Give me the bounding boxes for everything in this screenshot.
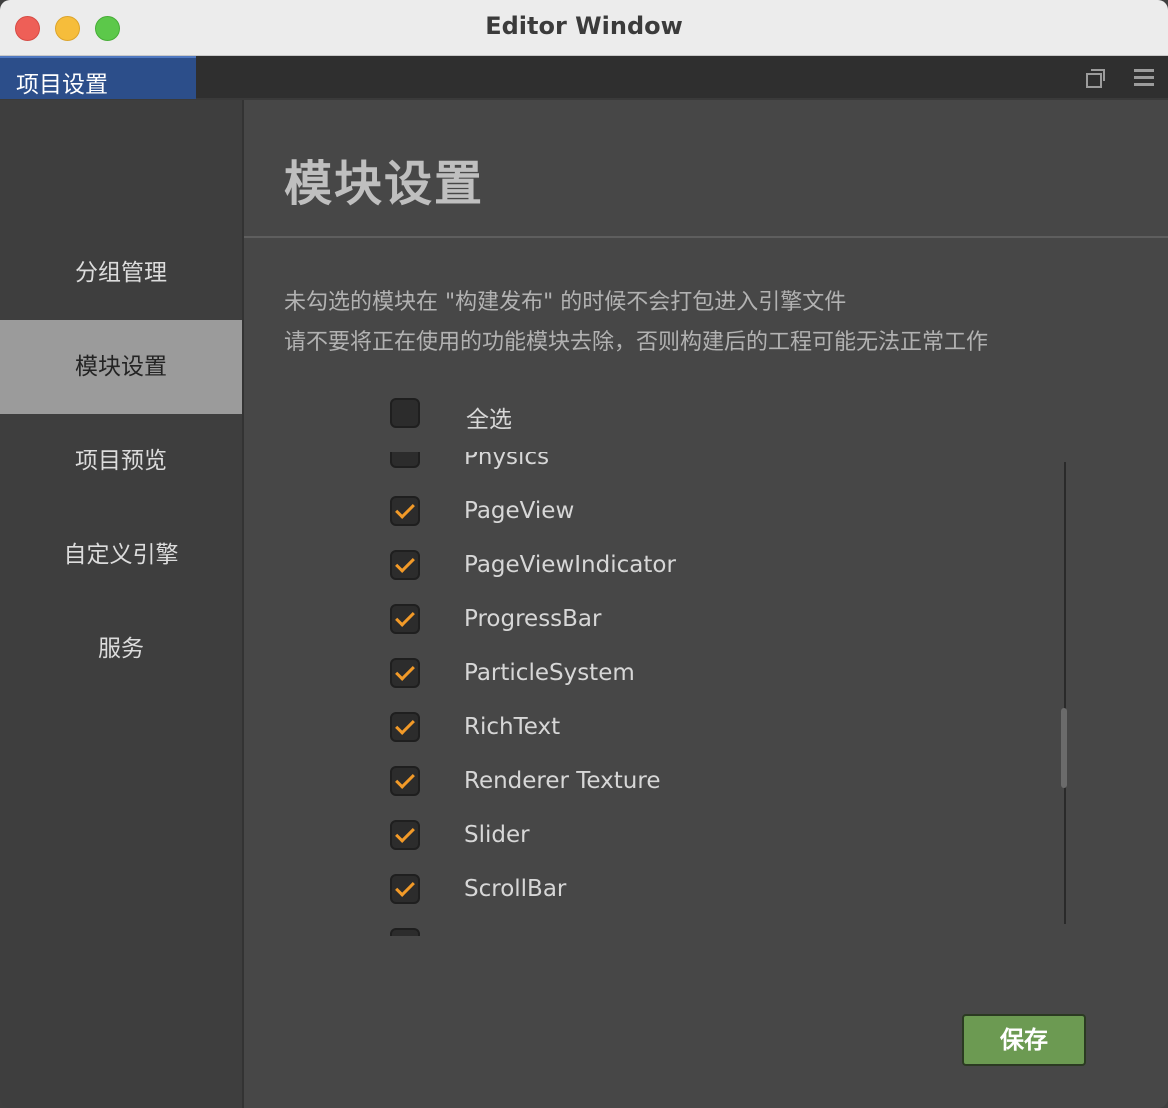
module-label: PageView <box>464 498 575 524</box>
select-all-checkbox[interactable] <box>390 398 420 428</box>
sidebar-item-label: 项目预览 <box>75 448 167 474</box>
module-checkbox-scrollbar[interactable] <box>390 874 420 904</box>
main-content: 模块设置 未勾选的模块在 "构建发布" 的时候不会打包进入引擎文件 请不要将正在… <box>244 100 1168 1108</box>
check-icon <box>395 661 415 681</box>
title-bar: Editor Window <box>0 0 1168 56</box>
description-line-2: 请不要将正在使用的功能模块去除，否则构建后的工程可能无法正常工作 <box>284 330 989 355</box>
check-icon <box>395 499 415 519</box>
scrollbar-thumb[interactable] <box>1061 708 1067 788</box>
sidebar-item-label: 分组管理 <box>75 260 167 286</box>
module-label: Slider <box>464 822 530 848</box>
check-icon <box>395 607 415 627</box>
check-icon <box>395 553 415 573</box>
module-label: ScrollBar <box>464 876 567 902</box>
tab-bar: 项目设置 <box>0 56 1168 100</box>
sidebar-item-group-management[interactable]: 分组管理 <box>0 226 242 320</box>
check-icon <box>395 769 415 789</box>
module-checkbox-particlesystem[interactable] <box>390 658 420 688</box>
tab-project-settings[interactable]: 项目设置 <box>0 56 196 99</box>
module-label: Physics <box>464 452 550 470</box>
module-checkbox-progressbar[interactable] <box>390 604 420 634</box>
module-checkbox-slider[interactable] <box>390 820 420 850</box>
select-all-label: 全选 <box>466 407 512 433</box>
module-label: Renderer Texture <box>464 768 661 794</box>
module-label: RichText <box>464 714 561 740</box>
menu-icon[interactable] <box>1134 68 1154 88</box>
check-icon <box>395 715 415 735</box>
window-title: Editor Window <box>485 12 683 40</box>
popout-icon[interactable] <box>1086 68 1105 88</box>
check-icon <box>395 877 415 897</box>
editor-window: Editor Window 项目设置 分组管理 模块设置 项目预览 自定义引擎 … <box>0 0 1168 1108</box>
check-icon <box>395 823 415 843</box>
module-checkbox-richtext[interactable] <box>390 712 420 742</box>
module-label: ParticleSystem <box>464 660 635 686</box>
module-checkbox-physics[interactable] <box>390 452 420 468</box>
sidebar-item-label: 服务 <box>98 636 144 662</box>
module-checkbox-next[interactable] <box>390 928 420 936</box>
page-title: 模块设置 <box>284 156 485 212</box>
module-label: ProgressBar <box>464 606 602 632</box>
title-divider <box>244 236 1168 238</box>
module-checkbox-pageview[interactable] <box>390 496 420 526</box>
description-line-1: 未勾选的模块在 "构建发布" 的时候不会打包进入引擎文件 <box>284 290 847 315</box>
save-button[interactable]: 保存 <box>962 1014 1086 1066</box>
module-checkbox-renderer-texture[interactable] <box>390 766 420 796</box>
module-list[interactable]: Physics PageView PageViewIndicator Progr… <box>374 452 1094 936</box>
sidebar-item-label: 模块设置 <box>75 354 167 380</box>
module-checkbox-pageviewindicator[interactable] <box>390 550 420 580</box>
sidebar-item-services[interactable]: 服务 <box>0 602 242 696</box>
sidebar-item-label: 自定义引擎 <box>63 542 179 568</box>
sidebar-item-project-preview[interactable]: 项目预览 <box>0 414 242 508</box>
sidebar-item-custom-engine[interactable]: 自定义引擎 <box>0 508 242 602</box>
scrollbar-track[interactable] <box>1064 462 1066 924</box>
module-label: PageViewIndicator <box>464 552 676 578</box>
sidebar: 分组管理 模块设置 项目预览 自定义引擎 服务 <box>0 100 244 1108</box>
sidebar-item-module-settings[interactable]: 模块设置 <box>0 320 242 414</box>
